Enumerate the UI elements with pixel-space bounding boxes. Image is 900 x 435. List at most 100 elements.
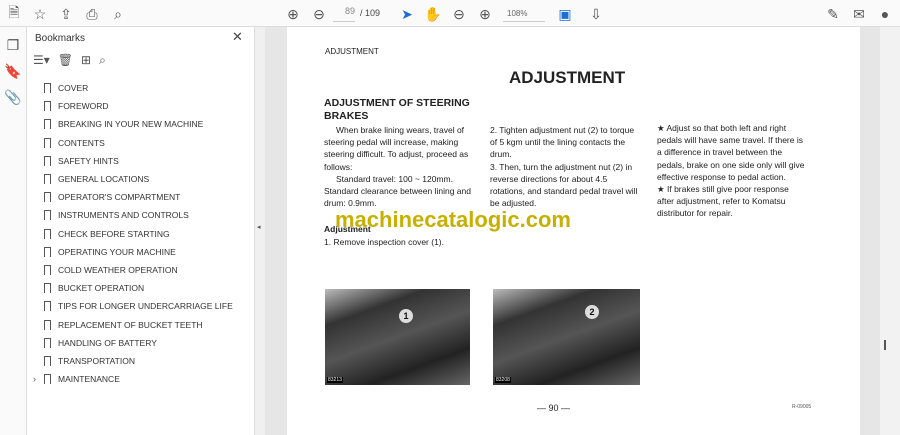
bookmarks-toolbar: ☰▾ 🗑 ⊞ ⌕ (33, 53, 106, 73)
panel-splitter[interactable]: ◂ (255, 27, 265, 435)
cloud-upload-icon[interactable]: ⇪ (56, 4, 76, 24)
bookmark-icon (44, 228, 51, 239)
watermark: machinecatalogic.com (335, 207, 571, 232)
page-up-icon[interactable]: ⊕ (283, 4, 303, 24)
bookmark-icon (44, 137, 51, 148)
bookmark-item[interactable]: GENERAL LOCATIONS (27, 170, 255, 188)
section-title: ADJUSTMENT OF STEERING BRAKES (324, 97, 470, 122)
bookmark-icon (44, 319, 51, 330)
bookmark-item[interactable]: FOREWORD (27, 97, 255, 115)
document-code: R-09005 (792, 404, 812, 410)
bookmark-label: COLD WEATHER OPERATION (58, 265, 178, 275)
bookmark-item[interactable]: OPERATING YOUR MACHINE (27, 243, 255, 261)
bookmark-icon (44, 246, 51, 257)
hand-tool-icon[interactable]: ✋ (423, 4, 443, 24)
standard-travel: Standard travel: 100 ~ 120mm. (336, 173, 453, 184)
paragraph: When brake lining wears, travel of steer… (324, 125, 469, 172)
step-3: 3. Then, turn the adjustment nut (2) in … (490, 161, 638, 209)
save-icon[interactable]: 🗎 (4, 4, 24, 24)
bookmark-icon (44, 374, 51, 385)
page-down-icon[interactable]: ⊖ (309, 4, 329, 24)
page-title: ADJUSTMENT (509, 68, 626, 87)
side-rail: ❐ 🔖 📎 (0, 27, 27, 435)
page-number: — 90 — (537, 403, 571, 413)
zoom-out-icon[interactable]: ⊖ (449, 4, 469, 24)
expand-icon[interactable]: › (33, 374, 36, 384)
account-icon[interactable]: ● (875, 4, 895, 24)
standard-clearance: Standard clearance between lining and dr… (324, 186, 471, 209)
select-cursor-icon[interactable]: ➤ (397, 4, 417, 24)
callout: 1 (399, 309, 413, 323)
bookmark-label: GENERAL LOCATIONS (58, 174, 150, 184)
bookmarks-icon[interactable]: 🔖 (3, 61, 23, 81)
page-fit-icon[interactable]: ▣ (555, 4, 575, 24)
bookmark-label: REPLACEMENT OF BUCKET TEETH (58, 319, 203, 330)
bookmark-label: COVER (58, 83, 89, 93)
page-total: / 109 (360, 8, 381, 18)
column-3: ★ Adjust so that both left and right ped… (657, 122, 807, 220)
attachments-icon[interactable]: 📎 (3, 87, 23, 107)
step-1: 1. Remove inspection cover (1). (324, 236, 444, 247)
scroll-mode-icon[interactable]: ⇩ (586, 4, 606, 24)
bookmark-item[interactable]: OPERATOR'S COMPARTMENT (27, 188, 255, 206)
bookmark-label: TIPS FOR LONGER UNDERCARRIAGE LIFE (58, 301, 233, 312)
step-2: 2. Tighten adjustment nut (2) to torque … (490, 125, 635, 160)
bookmark-item[interactable]: SAFETY HINTS (27, 152, 255, 170)
bookmark-label: SAFETY HINTS (58, 155, 119, 166)
bookmark-label: HANDLING OF BATTERY (58, 337, 157, 348)
search-icon[interactable]: ⌕ (108, 4, 128, 24)
bookmark-item[interactable]: CHECK BEFORE STARTING (27, 225, 255, 243)
pages-thumbnail-icon[interactable]: ❐ (3, 35, 23, 55)
find-bookmark-icon[interactable]: ⌕ (99, 53, 106, 73)
bookmark-icon (44, 356, 51, 366)
bookmark-icon (44, 83, 51, 93)
bookmark-label: CONTENTS (58, 137, 105, 148)
zoom-select[interactable]: 108% (503, 6, 545, 22)
bookmark-icon (44, 119, 51, 130)
note-1: ★ Adjust so that both left and right ped… (657, 123, 805, 182)
bookmark-item[interactable]: TIPS FOR LONGER UNDERCARRIAGE LIFE (27, 297, 255, 315)
bookmark-item[interactable]: HANDLING OF BATTERY (27, 334, 255, 352)
bookmark-star-icon[interactable]: ☆ (30, 4, 50, 24)
bookmark-label: INSTRUMENTS AND CONTROLS (58, 210, 189, 221)
bookmark-label: BREAKING IN YOUR NEW MACHINE (58, 119, 204, 130)
photo-adjustment-nut: 2 83208 (493, 289, 640, 385)
photo-tag: 83208 (495, 377, 511, 383)
zoom-in-icon[interactable]: ⊕ (475, 4, 495, 24)
email-icon[interactable]: ✉ (849, 4, 869, 24)
column-2: 2. Tighten adjustment nut (2) to torque … (490, 124, 642, 209)
bookmark-item[interactable]: REPLACEMENT OF BUCKET TEETH (27, 316, 255, 334)
print-icon[interactable]: ⎙ (82, 4, 102, 24)
bookmark-icon (44, 155, 51, 166)
bookmark-item[interactable]: › MAINTENANCE (27, 370, 255, 388)
delete-icon[interactable]: 🗑 (58, 53, 73, 73)
bookmarks-panel: Bookmarks ✕ ☰▾ 🗑 ⊞ ⌕ COVER FOREWORD BREAKI… (27, 27, 255, 435)
bookmark-icon (44, 210, 51, 221)
bookmark-icon (44, 101, 51, 112)
bookmark-icon (44, 337, 51, 348)
new-bookmark-icon[interactable]: ⊞ (81, 53, 91, 73)
bookmark-label: OPERATING YOUR MACHINE (58, 246, 176, 257)
bookmark-icon (44, 192, 51, 203)
bookmark-label: FOREWORD (58, 101, 109, 112)
bookmark-label: CHECK BEFORE STARTING (58, 228, 170, 239)
bookmark-item[interactable]: COLD WEATHER OPERATION (27, 261, 255, 279)
bookmark-item[interactable]: CONTENTS (27, 134, 255, 152)
callout: 2 (585, 305, 599, 319)
bookmark-item[interactable]: COVER (27, 79, 255, 97)
bookmark-item[interactable]: INSTRUMENTS AND CONTROLS (27, 206, 255, 224)
bookmark-item[interactable]: BUCKET OPERATION (27, 279, 255, 297)
fill-sign-icon[interactable]: ✎ (823, 4, 843, 24)
bookmarks-title: Bookmarks (35, 33, 86, 44)
bookmark-label: TRANSPORTATION (58, 356, 135, 366)
bookmark-item[interactable]: TRANSPORTATION (27, 352, 255, 370)
close-icon[interactable]: ✕ (232, 29, 243, 45)
bookmark-icon (44, 283, 51, 294)
bookmark-item[interactable]: BREAKING IN YOUR NEW MACHINE (27, 115, 255, 133)
options-menu-icon[interactable]: ☰▾ (33, 53, 50, 73)
page-number-input[interactable]: 89 (333, 6, 355, 22)
toolbar: 🗎 ☆ ⇪ ⎙ ⌕ ⊕ ⊖ 89 / 109 ➤ ✋ ⊖ ⊕ 108% ▣ ⇩ … (0, 0, 900, 27)
vertical-scrollbar[interactable] (880, 27, 900, 435)
pdf-page: ADJUSTMENT ADJUSTMENT ADJUSTMENT OF STEE… (287, 27, 860, 435)
bookmark-icon (44, 265, 51, 275)
